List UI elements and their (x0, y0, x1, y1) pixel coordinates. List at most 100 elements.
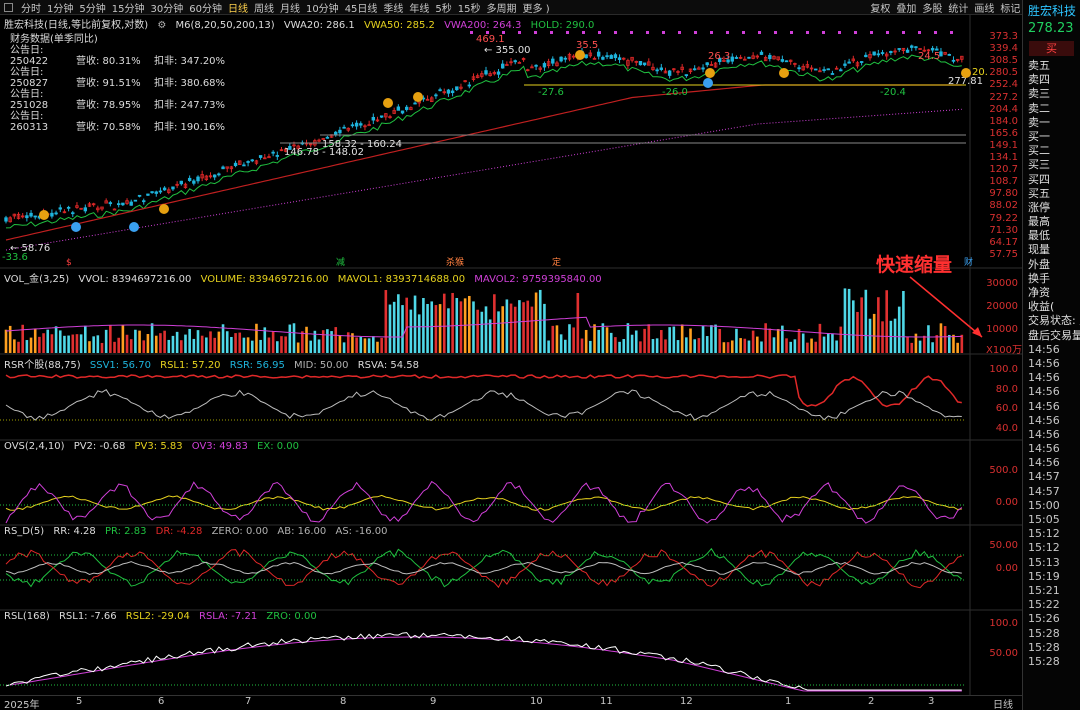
volume-bar (92, 336, 95, 353)
volume-bar (318, 339, 321, 353)
rsl1-value: RSL1: -7.66 (59, 611, 117, 622)
candle-body (67, 207, 70, 208)
tab-period-11[interactable]: 季线 (383, 0, 403, 15)
volume-bar (585, 330, 588, 353)
candle-body (643, 63, 646, 65)
volume-bar (898, 307, 901, 353)
tab-period-1[interactable]: 1分钟 (47, 0, 73, 15)
status-text: 盘后交易量 (1023, 329, 1080, 343)
candle-body (564, 58, 567, 59)
event-mark: $ (66, 258, 72, 268)
tab-period-14[interactable]: 15秒 (458, 0, 481, 15)
tab-period-8[interactable]: 月线 (280, 0, 300, 15)
stock-title: 胜宏科技(日线,等比前复权,对数) (4, 20, 148, 31)
quote-stat: 收益( (1023, 300, 1080, 314)
candle-body (334, 132, 337, 134)
volume-bar (109, 325, 112, 353)
volume-bar (606, 327, 609, 353)
candle-body (71, 213, 74, 214)
signal-dot (950, 31, 953, 34)
volume-bar (293, 323, 296, 353)
volume-bar (827, 333, 830, 353)
tab-period-7[interactable]: 周线 (254, 0, 274, 15)
candle-body (535, 65, 538, 66)
toolbar-action-3[interactable]: 统计 (948, 0, 968, 15)
candle-body (259, 156, 262, 158)
candle-body (881, 53, 884, 54)
candle-body (234, 163, 237, 165)
x-axis: 2025年 日线 5 6 7 8 9 10 11 12 1 2 3 (0, 695, 1022, 710)
volume-bar (13, 339, 16, 353)
period-label[interactable]: 日线 (993, 696, 1013, 710)
zero-value: ZERO: 0.00 (212, 526, 269, 537)
y-tick-label: 252.4 (972, 79, 1018, 90)
finance-profit: 扣非: 347.20% (154, 56, 225, 67)
tab-period-10[interactable]: 45日线 (345, 0, 378, 15)
toolbar-action-4[interactable]: 画线 (974, 0, 994, 15)
candle-body (948, 54, 951, 55)
grid-icon[interactable] (4, 3, 13, 12)
tab-period-2[interactable]: 5分钟 (79, 0, 105, 15)
event-icon (705, 68, 715, 78)
quote-stats: 涨停 最高 最低 现量 外盘 换手 净资 收益( (1023, 201, 1080, 315)
signal-dot (582, 31, 585, 34)
rsr-line (6, 375, 962, 406)
volume-bar (451, 293, 454, 353)
tab-period-15[interactable]: 多周期 (487, 0, 517, 15)
tick-time: 14:56 (1023, 357, 1080, 371)
toolbar-action-0[interactable]: 复权 (870, 0, 890, 15)
event-icon (575, 50, 585, 60)
volume-bar (405, 298, 408, 353)
volume-bar (923, 336, 926, 353)
volume-bar (443, 294, 446, 353)
finance-title: 财务数据(单季同比) (10, 34, 225, 45)
tab-period-0[interactable]: 分时 (21, 0, 41, 15)
tab-period-12[interactable]: 年线 (409, 0, 429, 15)
volume-bar (201, 336, 204, 353)
candle-body (84, 208, 87, 211)
candle-body (117, 204, 120, 205)
y-tick-label: 373.3 (972, 31, 1018, 42)
tick-time: 15:22 (1023, 598, 1080, 612)
event-icon (129, 222, 139, 232)
finance-profit: 扣非: 380.68% (154, 78, 225, 89)
toolbar-action-1[interactable]: 叠加 (896, 0, 916, 15)
candle-body (668, 71, 671, 76)
tab-period-13[interactable]: 5秒 (435, 0, 451, 15)
main-chart-title-bar: 胜宏科技(日线,等比前复权,对数) ⚙ M6(8,20,50,200,13) V… (4, 16, 600, 31)
candle-body (781, 59, 784, 61)
volume-bar (860, 297, 863, 353)
volume-bar (435, 305, 438, 353)
candle-body (693, 69, 696, 70)
y-tick-label: 227.2 (972, 92, 1018, 103)
finance-row: 公告日: 250422 营收: 80.31% 扣非: 347.20% (10, 45, 225, 67)
y-tick-label: 64.17 (972, 237, 1018, 248)
tab-period-3[interactable]: 15分钟 (112, 0, 145, 15)
candle-body (931, 48, 934, 50)
volume-bar (113, 342, 116, 353)
tab-period-5[interactable]: 60分钟 (189, 0, 222, 15)
volume-bar (535, 293, 538, 353)
volume-bar (159, 333, 162, 353)
tab-period-16[interactable]: 更多 ) (523, 0, 550, 15)
volume-bar (760, 341, 763, 353)
tab-period-6[interactable]: 日线 (228, 0, 248, 15)
toolbar-action-2[interactable]: 多股 (922, 0, 942, 15)
candle-body (414, 103, 417, 104)
toolbar-action-5[interactable]: 标记 (1000, 0, 1020, 15)
y-tick-label: 149.1 (972, 140, 1018, 151)
candle-body (890, 51, 893, 52)
top-toolbar: 分时 1分钟 5分钟 15分钟 30分钟 60分钟 日线 周线 月线 10分钟 45日线 季线 年线 5秒… (0, 0, 1080, 15)
volume-bar (42, 333, 45, 353)
year-label: 2025年 (4, 696, 39, 710)
candle-body (906, 50, 909, 52)
buy-button[interactable]: 买 (1029, 41, 1074, 56)
y-tick-label: 80.0 (972, 384, 1018, 395)
volume-bar (21, 325, 24, 353)
tab-period-9[interactable]: 10分钟 (306, 0, 339, 15)
candle-body (798, 68, 801, 69)
candle-body (138, 195, 141, 196)
tab-period-4[interactable]: 30分钟 (150, 0, 183, 15)
settings-icon[interactable]: ⚙ (157, 20, 166, 31)
volume-bar (668, 327, 671, 353)
